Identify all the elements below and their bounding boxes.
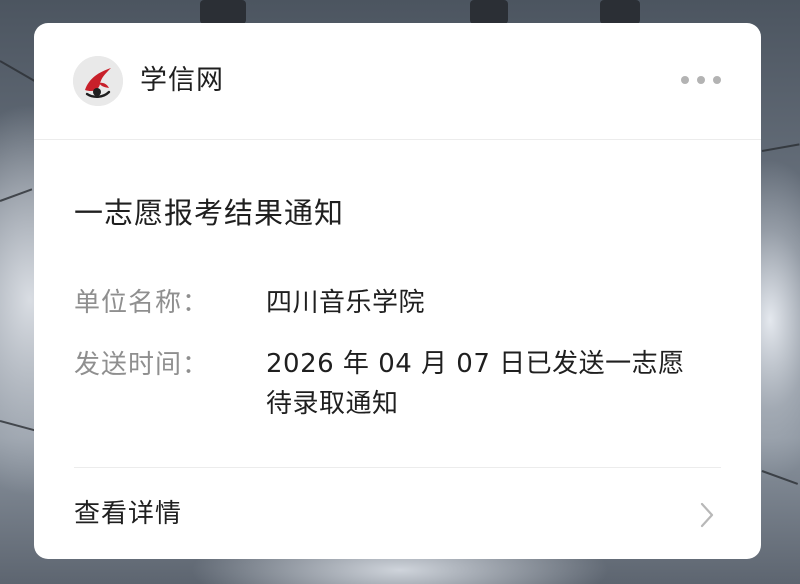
field-value-line: 四川音乐学院 <box>266 288 426 318</box>
field-value-line: 2026 年 04 月 07 日已发送一志愿 <box>266 349 685 379</box>
notification-title: 一志愿报考结果通知 <box>74 196 345 230</box>
card-header: 学信网 <box>34 23 761 139</box>
field-value-send-time: 2026 年 04 月 07 日已发送一志愿 待录取通知 <box>266 344 736 424</box>
background-post <box>470 0 508 24</box>
background-branch <box>761 470 799 485</box>
chsi-logo-icon <box>73 56 123 106</box>
more-dots-icon[interactable] <box>681 73 721 87</box>
background-branch <box>0 420 36 432</box>
view-details-label: 查看详情 <box>74 499 183 529</box>
background-post <box>200 0 246 24</box>
header-divider <box>34 139 761 140</box>
field-value-unit: 四川音乐学院 <box>266 283 736 323</box>
chevron-right-icon <box>700 502 714 528</box>
field-value-line: 待录取通知 <box>266 389 399 419</box>
background-branch <box>761 143 800 152</box>
background-branch <box>0 60 36 82</box>
brand-name: 学信网 <box>140 65 224 96</box>
background-branch <box>0 188 33 202</box>
view-details-button[interactable]: 查看详情 <box>34 468 761 559</box>
field-label-send-time: 发送时间： <box>74 350 210 380</box>
notification-card: 学信网 一志愿报考结果通知 单位名称： 四川音乐学院 发送时间： 2026 年 … <box>34 23 761 559</box>
field-label-unit: 单位名称： <box>74 288 210 318</box>
background-post <box>600 0 640 24</box>
